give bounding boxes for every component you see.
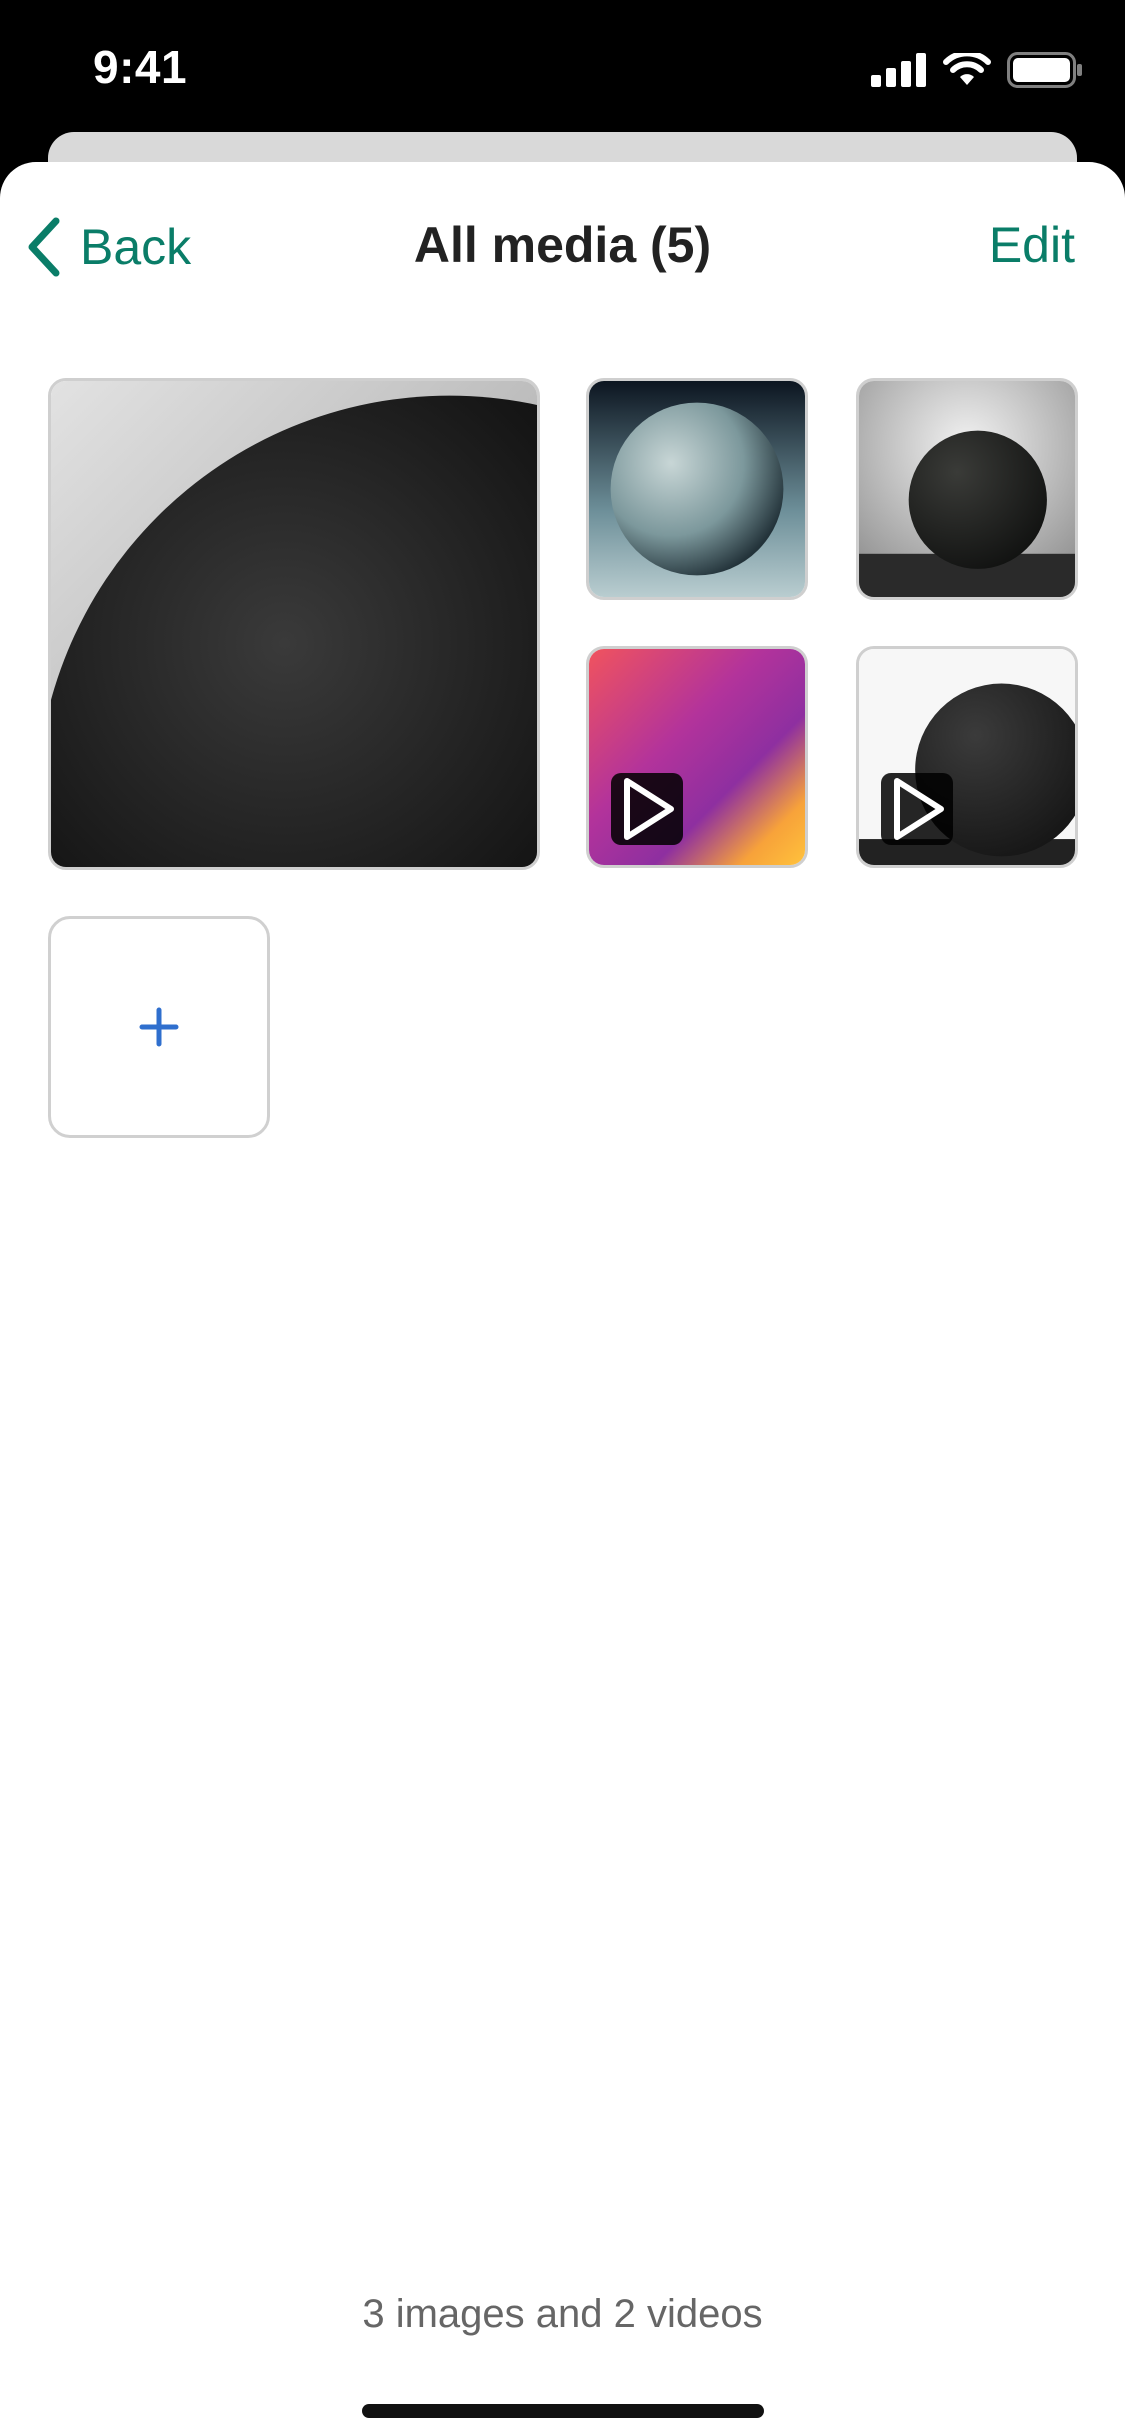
status-bar: 9:41: [0, 0, 1125, 140]
battery-icon: [1007, 52, 1082, 88]
video-play-badge: [611, 773, 683, 845]
wifi-icon: [943, 53, 991, 85]
plus-icon: [139, 1007, 179, 1047]
status-time: 9:41: [93, 41, 188, 93]
sphere-smoke-image: [859, 381, 1075, 597]
media-summary: 3 images and 2 videos: [362, 2292, 763, 2336]
page-title: All media (5): [413, 217, 712, 273]
moon-image: [589, 381, 805, 597]
play-icon: [894, 778, 944, 840]
media-item-1[interactable]: [48, 378, 540, 870]
play-icon: [624, 778, 674, 840]
edit-button[interactable]: Edit: [989, 216, 1075, 274]
cellular-signal-icon: [871, 53, 926, 87]
media-item-5[interactable]: [856, 646, 1078, 868]
video-play-badge: [881, 773, 953, 845]
status-icons: [871, 50, 1083, 90]
media-item-3[interactable]: [856, 378, 1078, 600]
media-sheet: Back All media (5) Edit 3 images and 2 v…: [0, 162, 1125, 2436]
home-indicator: [362, 2404, 764, 2418]
add-media-button[interactable]: [48, 916, 270, 1138]
navigation-bar: Back All media (5) Edit: [0, 162, 1125, 332]
media-item-4[interactable]: [586, 646, 808, 868]
media-item-2[interactable]: [586, 378, 808, 600]
sphere-image-1: [51, 381, 537, 867]
